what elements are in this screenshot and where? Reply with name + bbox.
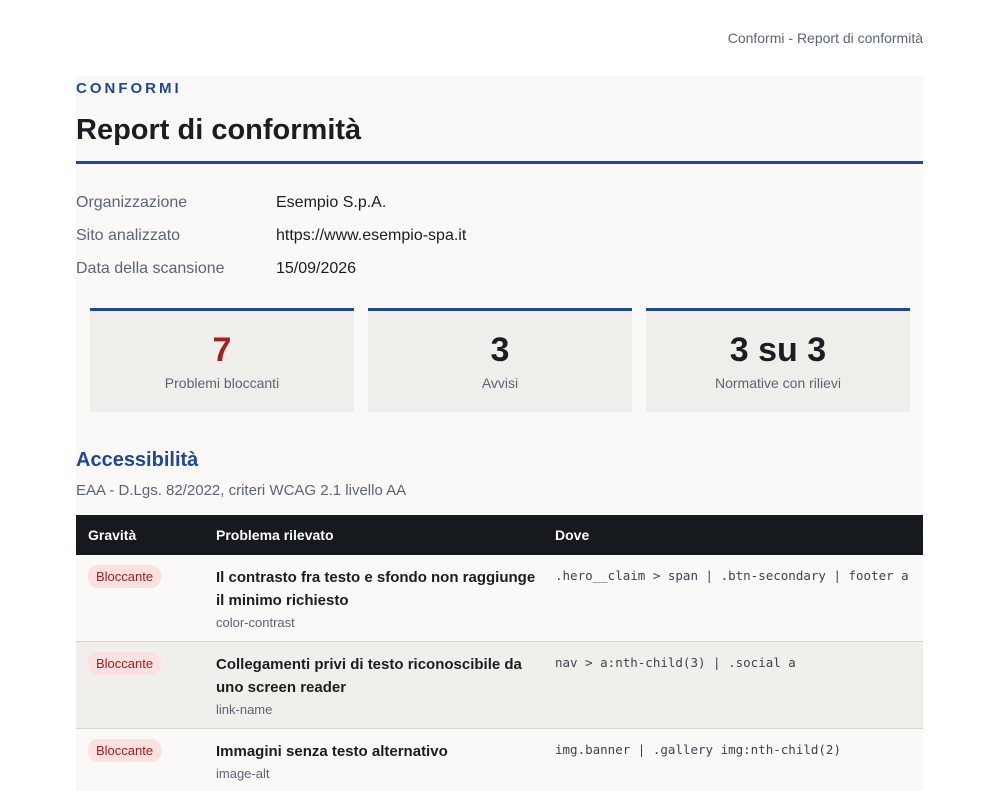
section-subtitle: EAA - D.Lgs. 82/2022, criteri WCAG 2.1 l… — [76, 482, 407, 499]
severity-badge: Bloccante — [88, 565, 162, 588]
column-header-severity: Gravità — [88, 527, 137, 543]
meta-value: https://www.esempio-spa.it — [276, 226, 467, 244]
severity-badge: Bloccante — [88, 739, 162, 762]
section-title: Accessibilità — [76, 449, 199, 471]
meta-value: Esempio S.p.A. — [276, 193, 387, 211]
summary-value: 3 — [490, 331, 510, 369]
summary-value: 3 su 3 — [729, 331, 827, 369]
selector-list: .hero__claim > span | .btn-secondary | f… — [555, 568, 909, 583]
problem-title: Immagini senza testo alternativo — [216, 743, 448, 760]
meta-row-scan-date: Data della scansione 15/09/2026 — [76, 252, 923, 285]
summary-card-warnings: 3 Avvisi — [368, 308, 632, 412]
meta-row-site: Sito analizzato https://www.esempio-spa.… — [76, 219, 923, 252]
meta-value: 15/09/2026 — [276, 259, 357, 277]
rule-id: link-name — [216, 702, 273, 717]
summary-card-regulations: 3 su 3 Normative con rilievi — [646, 308, 910, 412]
summary-card-blocking: 7 Problemi bloccanti — [90, 308, 354, 412]
rule-id: image-alt — [216, 766, 270, 781]
summary-label: Normative con rilievi — [714, 375, 842, 391]
meta-label: Organizzazione — [76, 193, 188, 211]
summary-label: Avvisi — [481, 375, 519, 391]
problem-title: Collegamenti privi di testo riconoscibil… — [216, 656, 522, 696]
column-header-location: Dove — [555, 527, 590, 543]
summary-label: Problemi bloccanti — [164, 375, 280, 391]
summary-value: 7 — [212, 331, 232, 369]
issues-table: Gravità Problema rilevato Dove Bloccante… — [76, 515, 923, 791]
table-row: Bloccante Collegamenti privi di testo ri… — [76, 642, 923, 729]
rule-id: color-contrast — [216, 615, 295, 630]
selector-list: img.banner | .gallery img:nth-child(2) — [555, 742, 841, 757]
summary-cards: 7 Problemi bloccanti 3 Avvisi 3 su 3 Nor… — [90, 308, 910, 412]
problem-title: Il contrasto fra testo e sfondo non ragg… — [216, 569, 536, 609]
table-row: Bloccante Immagini senza testo alternati… — [76, 729, 923, 791]
running-header: Conformi - Report di conformità — [727, 30, 923, 46]
column-header-problem: Problema rilevato — [216, 527, 334, 543]
report-page: CONFORMI Report di conformità Organizzaz… — [76, 76, 923, 791]
page-title: Report di conformità — [76, 114, 362, 146]
report-metadata: Organizzazione Esempio S.p.A. Sito anali… — [76, 186, 923, 285]
meta-label: Data della scansione — [76, 259, 225, 277]
table-header: Gravità Problema rilevato Dove — [76, 515, 923, 555]
title-divider — [76, 161, 923, 164]
selector-list: nav > a:nth-child(3) | .social a — [555, 655, 796, 670]
severity-badge: Bloccante — [88, 652, 162, 675]
meta-row-organization: Organizzazione Esempio S.p.A. — [76, 186, 923, 219]
brand-label: CONFORMI — [76, 80, 182, 97]
table-row: Bloccante Il contrasto fra testo e sfond… — [76, 555, 923, 642]
meta-label: Sito analizzato — [76, 226, 181, 244]
